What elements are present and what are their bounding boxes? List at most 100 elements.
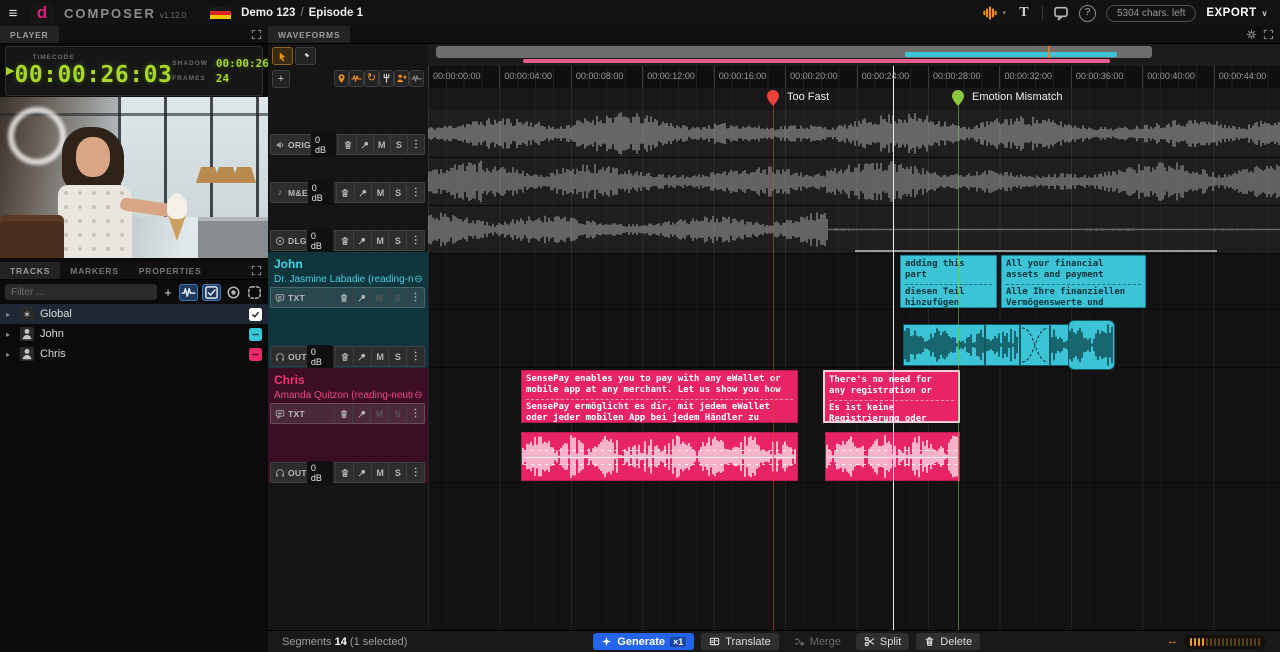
select-tool-button[interactable] [272,47,293,65]
waveform-view-toggle[interactable] [179,284,198,301]
track-checkbox-checked[interactable] [249,308,262,321]
solo-button[interactable]: S [388,231,406,250]
track-row-chris[interactable]: ▸Chris [0,344,268,364]
mute-button[interactable]: M [371,463,389,482]
help-icon[interactable]: ? [1079,5,1096,22]
gain-field[interactable]: 0 dB [307,461,333,485]
solo-button[interactable]: S [388,347,406,366]
kebab-menu-icon[interactable]: ⋮ [406,404,424,423]
generate-button[interactable]: Generate×1 [593,633,694,650]
kebab-menu-icon[interactable]: ⋮ [406,347,424,366]
trash-button[interactable] [335,231,353,250]
split-button[interactable]: Split [856,633,909,650]
delete-button[interactable]: Delete [916,633,980,650]
loop-button[interactable]: ↻ [364,70,379,87]
kebab-menu-icon[interactable]: ⋮ [406,183,424,202]
speaker-assign-button[interactable] [394,70,409,87]
track-checkbox-minus[interactable] [249,348,262,361]
pin-button[interactable] [352,288,370,307]
segment-text-selected[interactable]: There's no need forany registration orEs… [823,370,960,423]
audio-segment-john[interactable] [903,324,985,366]
gain-field[interactable]: 0 dB [307,229,333,253]
add-track-button[interactable]: + [161,285,175,300]
mute-button[interactable]: M [371,183,389,202]
voice-preset-icon[interactable] [981,5,999,21]
audio-segment-john[interactable] [1020,324,1050,366]
mute-button[interactable]: M [371,347,389,366]
mute-button[interactable]: M [371,231,389,250]
checkbox-mode-toggle[interactable] [202,284,221,301]
gain-field[interactable]: 0 dB [311,133,337,157]
horizontal-zoom-icon[interactable]: ↔ [1166,635,1179,648]
trash-button[interactable] [336,183,354,202]
pin-button[interactable] [353,463,371,482]
gain-field[interactable]: 0 dB [307,345,333,369]
voice-selector[interactable]: Dr. Jasmine Labadie (reading-ne...⊖ [268,271,428,285]
filter-input[interactable] [5,284,157,300]
segment-text[interactable]: All your financialassets and paymentAlle… [1001,255,1146,308]
time-ruler[interactable]: 00:00:00:0000:00:04:0000:00:08:0000:00:1… [428,66,1280,89]
segment-text[interactable]: adding thispartdiesen Teilhinzufügen [900,255,997,308]
add-marker-button[interactable]: + [272,70,290,88]
razor-tool-button[interactable] [295,47,316,65]
audio-segment-john[interactable] [1068,320,1115,370]
chevron-right-icon[interactable]: ▸ [6,310,14,319]
segment-text[interactable]: SensePay enables you to pay with any eWa… [521,370,798,423]
kebab-menu-icon[interactable]: ⋮ [406,288,424,307]
trash-button[interactable] [335,347,353,366]
kebab-menu-icon[interactable]: ⋮ [406,463,424,482]
chevron-right-icon[interactable]: ▸ [6,330,14,339]
tab-waveforms[interactable]: WAVEFORMS [268,26,350,43]
gain-field[interactable]: 0 dB [308,181,334,205]
kebab-menu-icon[interactable]: ⋮ [406,231,424,250]
track-checkbox-minus[interactable] [249,328,262,341]
solo-button[interactable]: S [389,183,407,202]
voice-selector[interactable]: Amanda Quitzon (reading-neutral)⊖ [268,387,428,401]
hamburger-menu-icon[interactable]: ≡ [0,0,26,26]
translate-button[interactable]: Translate [701,633,778,650]
pin-button[interactable] [354,183,372,202]
pin-marker-button[interactable] [334,70,349,87]
pin-button[interactable] [352,404,370,423]
tab-properties[interactable]: PROPERTIES [129,262,212,279]
gear-icon[interactable] [1246,29,1257,40]
pin-button[interactable] [356,135,373,154]
timeline-overview-scrollbar[interactable] [428,44,1280,67]
waveform-marker-button[interactable] [349,70,364,87]
kebab-menu-icon[interactable]: ⋮ [407,135,424,154]
solo-button[interactable]: S [390,135,407,154]
tab-player[interactable]: PLAYER [0,26,59,43]
trash-button[interactable] [338,135,355,154]
tab-tracks[interactable]: TRACKS [0,262,60,279]
voice-preset-caret-icon[interactable]: ▾ [1002,9,1006,17]
trash-button[interactable] [335,463,353,482]
track-row-john[interactable]: ▸John [0,324,268,344]
comment-icon[interactable] [1053,5,1069,21]
selection-mode-toggle[interactable] [246,285,263,300]
mute-button[interactable]: M [373,135,390,154]
split-marker-button[interactable] [379,70,394,87]
export-button[interactable]: EXPORT∨ [1206,7,1268,19]
track-row-global[interactable]: ▸∗Global [0,304,268,324]
audio-segment-john[interactable] [985,324,1020,366]
trash-button[interactable] [334,288,352,307]
marker-too-fast[interactable]: Too Fast [766,89,829,107]
expand-icon[interactable] [251,29,262,40]
zoom-level-meter[interactable] [1184,635,1266,649]
pin-button[interactable] [353,347,371,366]
expand-icon[interactable] [251,265,262,276]
text-tool-icon[interactable]: T [1016,5,1032,21]
audio-segment-chris[interactable] [825,432,960,481]
pin-button[interactable] [353,231,371,250]
marker-emotion-mismatch[interactable]: Emotion Mismatch [951,89,1062,107]
audio-segment-john[interactable] [1050,324,1070,366]
video-preview[interactable] [0,97,268,258]
expand-icon[interactable] [1263,29,1274,40]
trash-button[interactable] [334,404,352,423]
solo-button[interactable]: S [388,463,406,482]
chevron-right-icon[interactable]: ▸ [6,350,14,359]
solo-mode-toggle[interactable] [225,285,242,300]
tab-markers[interactable]: MARKERS [60,262,129,279]
wave-overlay-button[interactable] [409,70,424,87]
audio-segment-chris[interactable] [521,432,798,481]
